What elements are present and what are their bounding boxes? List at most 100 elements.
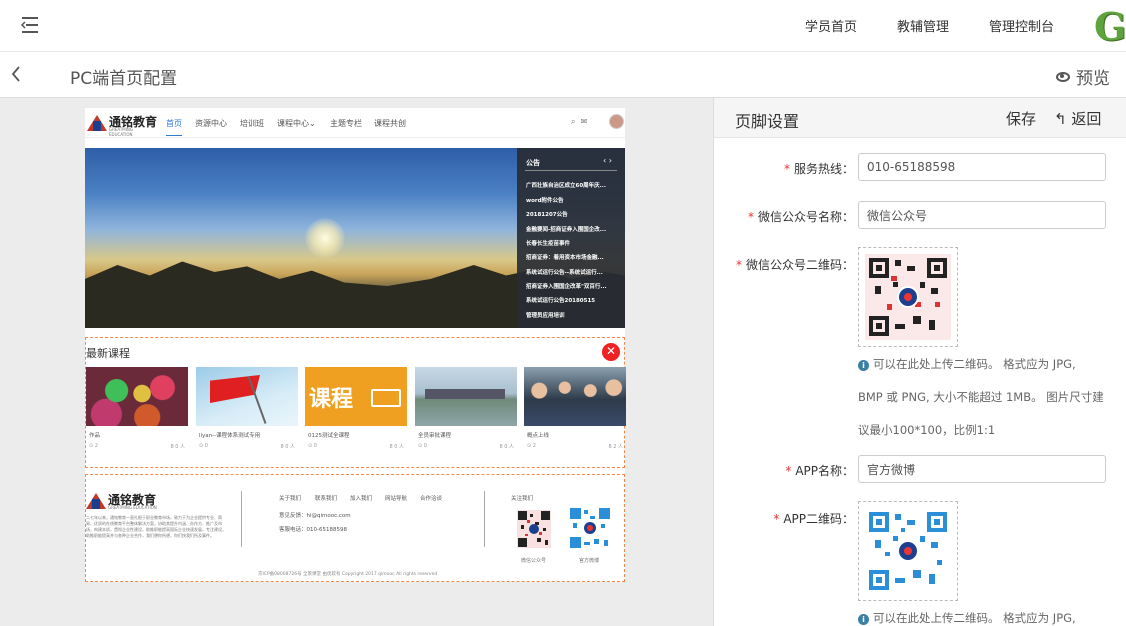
chevron-left-icon — [11, 66, 20, 82]
app-qr-label: * APP二维码： — [773, 512, 854, 526]
course-name: 作品 — [89, 433, 101, 439]
site-header: 通铭教育 GREATMING EDUCATION 首页 资源中心 培训班 课程中… — [85, 108, 625, 138]
course-users: 8 0 人 — [499, 444, 514, 450]
nav-admin-console[interactable]: 管理控制台 — [989, 16, 1054, 35]
site-footer-section[interactable]: 通铭教育 GREATMING EDUCATION 二七年以来，通铭教育一直扎根于… — [85, 474, 625, 582]
site-nav-resources[interactable]: 资源中心 — [195, 118, 227, 129]
footer-follow-label: 关注我们 — [511, 496, 534, 502]
footer-link[interactable]: 合作洽谈 — [420, 494, 442, 502]
wechat-qr-hint: i 可以在此处上传二维码。 格式应为 JPG, BMP 或 PNG, 大小不能超过… — [858, 357, 1104, 437]
footer-link[interactable]: 关于我们 — [279, 494, 301, 502]
course-name: 0125测试全课程 — [308, 433, 350, 439]
notice-item[interactable]: 管理员应用培训 — [526, 311, 618, 319]
avatar[interactable] — [609, 114, 624, 129]
site-nav-training[interactable]: 培训班 — [240, 118, 264, 129]
back-button[interactable] — [10, 65, 22, 88]
footer-qr-label: 官方微博 — [579, 558, 600, 564]
settings-title: 页脚设置 — [735, 112, 800, 131]
section-title: 最新课程 — [86, 347, 130, 360]
app-name-input[interactable] — [858, 455, 1106, 483]
footer-about-text: 二七年以来，通铭教育一直扎根于职业教育市场，致力于为企业提供专业、简易、优质的在… — [86, 515, 226, 538]
footer-settings-panel: 页脚设置 保存 ↰ 返回 *服务热线： *微信公众号名称： *微信公众号二维码：… — [713, 98, 1126, 626]
site-nav-topics[interactable]: 主题专栏 — [330, 118, 362, 129]
course-name: 全员审批课程 — [418, 433, 452, 439]
course-thumbnail — [415, 367, 517, 426]
course-thumbnail — [196, 367, 298, 426]
remove-section-button[interactable]: ✕ — [602, 343, 620, 361]
site-logo: 通铭教育 GREATMING EDUCATION — [87, 113, 157, 137]
notice-item[interactable]: 长春长生疫苗事件 — [526, 239, 618, 247]
wechat-name-input[interactable] — [858, 201, 1106, 229]
course-users: 8 2 人 — [608, 444, 623, 450]
course-card[interactable]: 课程 0125测试全课程 ⊙ 0 8 0 人 — [305, 367, 407, 461]
info-icon: i — [858, 360, 869, 371]
course-card[interactable]: liyan--课程体系测试专用 ⊙ 0 8 0 人 — [196, 367, 298, 461]
course-stats: ⊙ 0 — [418, 443, 427, 449]
footer-feedback: 意见反馈：hi@qimooc.com — [279, 513, 351, 519]
nav-teaching-aids[interactable]: 教辅管理 — [897, 16, 949, 35]
course-thumbnail: 课程 — [305, 367, 407, 426]
site-nav-cocreate[interactable]: 课程共创 — [374, 118, 406, 129]
site-preview: 通铭教育 GREATMING EDUCATION 首页 资源中心 培训班 课程中… — [85, 108, 626, 582]
notice-title: 公告 — [526, 159, 540, 167]
site-nav-home[interactable]: 首页 — [166, 118, 182, 136]
notice-item[interactable]: 金融要闻-招商证券入围国企改... — [526, 225, 618, 233]
save-button[interactable]: 保存 — [1006, 108, 1036, 129]
top-bar: 学员首页 教辅管理 管理控制台 G — [0, 0, 1126, 52]
app-qr-upload[interactable] — [858, 501, 958, 601]
course-stats: ⊙ 0 — [308, 443, 317, 449]
course-users: 8 0 人 — [389, 444, 404, 450]
app-name-label: * APP名称： — [785, 464, 854, 478]
latest-courses-section[interactable]: 最新课程 ✕ 作品 ⊙ 2 8 0 人 liyan--课程体系测试专用 ⊙ 0 … — [85, 337, 626, 468]
footer-logo: 通铭教育 GREATMING EDUCATION — [86, 491, 161, 511]
wechat-qr-upload[interactable] — [858, 247, 958, 347]
notice-panel: 公告 ‹ › 广西壮族自治区成立60周年庆... word附件公告 201812… — [517, 148, 625, 328]
eye-icon — [1056, 72, 1070, 82]
menu-toggle-icon[interactable] — [20, 16, 40, 34]
course-stats: ⊙ 2 — [527, 443, 536, 449]
wechat-qr-preview — [865, 254, 951, 340]
footer-phone: 客服电话：010-65188598 — [279, 527, 347, 533]
title-bar: PC端首页配置 预览 — [0, 53, 1126, 98]
footer-link[interactable]: 网站导航 — [385, 494, 407, 502]
app-qr-hint: i 可以在此处上传二维码。 格式应为 JPG, — [858, 602, 1113, 626]
course-thumbnail — [86, 367, 188, 426]
app-qr-image — [568, 506, 612, 550]
nav-student-home[interactable]: 学员首页 — [805, 16, 857, 35]
site-nav-courses[interactable]: 课程中心⌄ — [277, 118, 316, 129]
notice-item[interactable]: 广西壮族自治区成立60周年庆... — [526, 181, 618, 189]
course-card[interactable]: 全员审批课程 ⊙ 0 8 0 人 — [415, 367, 517, 461]
wechat-qr-label: * 微信公众号二维码： — [735, 258, 854, 272]
course-name: liyan--课程体系测试专用 — [199, 433, 261, 439]
hotline-label: * 服务热线： — [783, 162, 854, 176]
search-icon[interactable]: ⌕ ✉ — [571, 117, 587, 127]
notice-item[interactable]: 20181207公告 — [526, 210, 618, 218]
brand-logo: G — [1094, 4, 1126, 49]
course-card[interactable]: 概点上线 ⊙ 2 8 2 人 — [524, 367, 626, 461]
footer-link[interactable]: 加入我们 — [350, 494, 372, 502]
notice-item[interactable]: 招商证券入围国企改革"双百行... — [526, 282, 618, 290]
notice-item[interactable]: 系统试运行公告--系统试运行... — [526, 268, 618, 276]
return-button[interactable]: ↰ 返回 — [1054, 108, 1101, 129]
preview-label: 预览 — [1076, 69, 1110, 89]
wechat-name-label: * 微信公众号名称： — [747, 210, 854, 224]
notice-item[interactable]: 系统试运行公告20180515 — [526, 296, 618, 304]
footer-link[interactable]: 联系我们 — [315, 494, 337, 502]
app-qr-preview — [865, 508, 951, 594]
notice-nav-arrows-icon[interactable]: ‹ › — [603, 156, 612, 165]
undo-icon: ↰ — [1054, 110, 1072, 128]
preview-button[interactable]: 预览 — [1056, 64, 1110, 89]
course-thumbnail — [524, 367, 626, 426]
settings-header: 页脚设置 保存 ↰ 返回 — [714, 98, 1126, 138]
hotline-input[interactable] — [858, 153, 1106, 181]
course-name: 概点上线 — [527, 433, 550, 439]
preview-pane: 通铭教育 GREATMING EDUCATION 首页 资源中心 培训班 课程中… — [0, 98, 713, 626]
footer-qr-label: 微信公众号 — [521, 558, 547, 564]
page-title: PC端首页配置 — [70, 69, 178, 89]
course-users: 8 0 人 — [170, 444, 185, 450]
course-stats: ⊙ 2 — [89, 443, 98, 449]
notice-item[interactable]: word附件公告 — [526, 196, 618, 204]
course-card[interactable]: 作品 ⊙ 2 8 0 人 — [86, 367, 188, 461]
wechat-qr-image — [515, 508, 553, 550]
notice-item[interactable]: 招商证券：着用资本市场金融... — [526, 253, 618, 261]
